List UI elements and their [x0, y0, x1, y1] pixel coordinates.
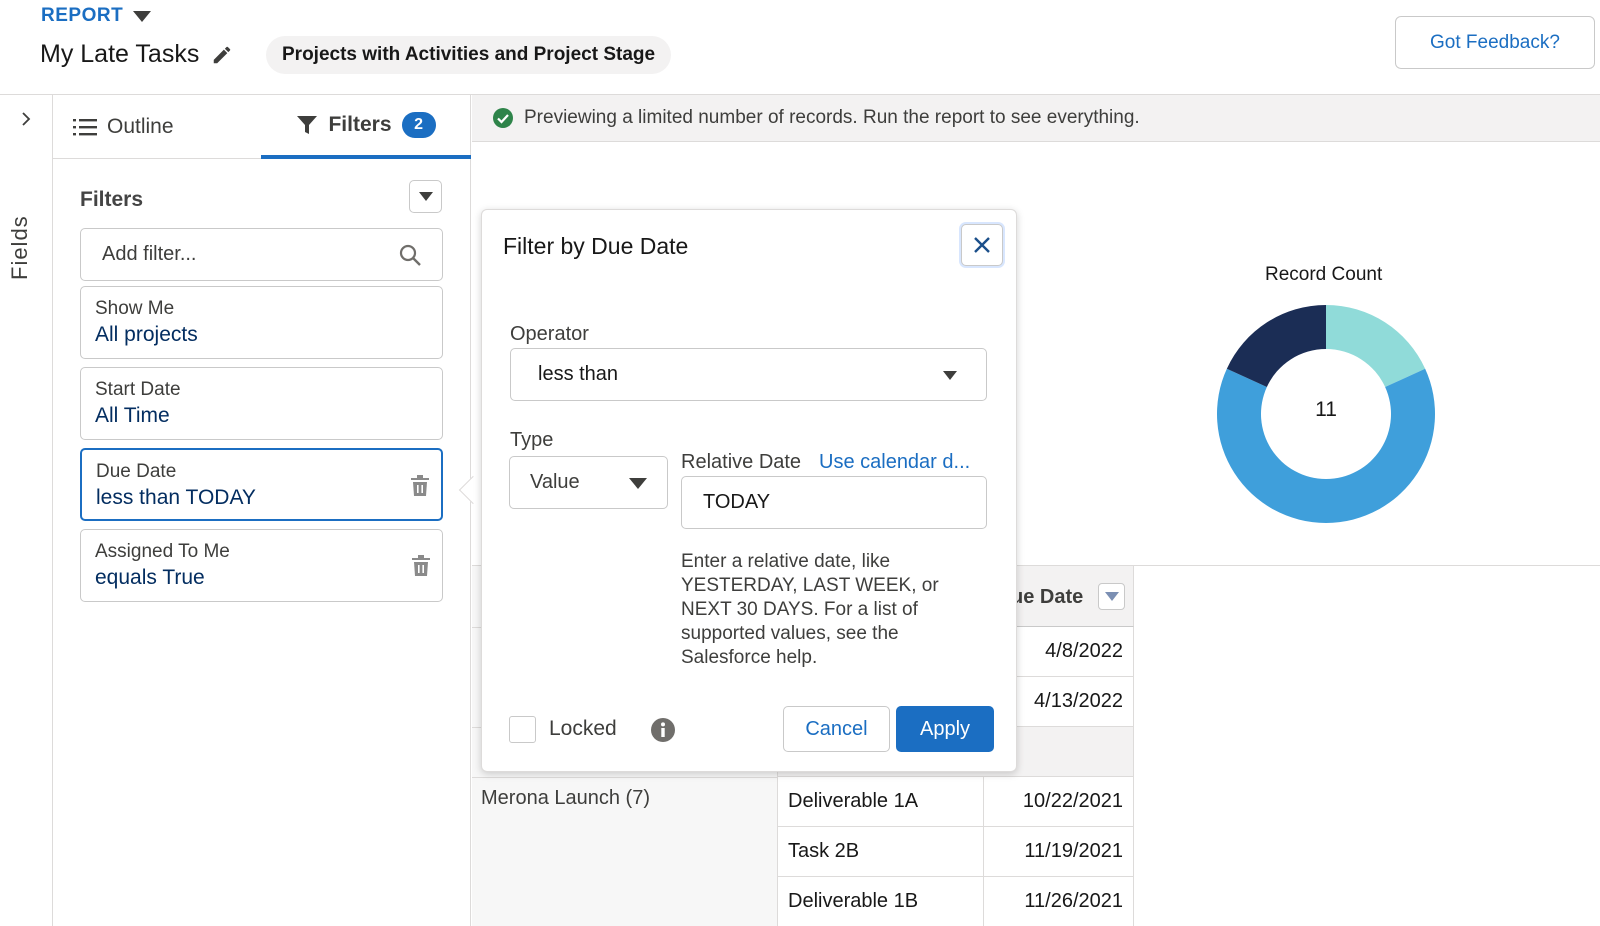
filter-card-value: All projects — [95, 323, 198, 346]
operator-value: less than — [538, 363, 619, 385]
tab-outline-label: Outline — [107, 115, 174, 138]
tab-filters-label: Filters — [328, 113, 392, 136]
filter-card-assigned-to-me[interactable]: Assigned To Me equals True — [80, 529, 443, 602]
filter-card-start-date[interactable]: Start Date All Time — [80, 367, 443, 440]
filter-icon — [297, 116, 318, 134]
check-circle-icon — [493, 108, 513, 128]
trash-icon[interactable] — [411, 555, 431, 577]
due-date-header: ue Date — [1011, 586, 1084, 608]
donut-slice-1[interactable] — [1217, 368, 1435, 523]
report-title-text: My Late Tasks — [40, 40, 200, 68]
table-cell-name: Task 2B — [778, 827, 984, 877]
filter-card-value: less than TODAY — [96, 486, 256, 509]
filter-card-due-date[interactable]: Due Date less than TODAY — [80, 448, 443, 521]
preview-banner: Previewing a limited number of records. … — [472, 95, 1600, 142]
locked-label: Locked — [549, 717, 617, 740]
fields-rail[interactable]: Fields — [0, 95, 53, 926]
apply-button[interactable]: Apply — [896, 706, 994, 752]
filter-card-label: Due Date — [96, 461, 177, 482]
trash-icon[interactable] — [410, 475, 430, 497]
close-icon — [974, 237, 990, 253]
report-type-pill: Projects with Activities and Project Sta… — [266, 36, 672, 74]
donut-slice-0[interactable] — [1326, 305, 1426, 387]
cancel-button[interactable]: Cancel — [783, 706, 890, 752]
filter-card-label: Start Date — [95, 379, 181, 400]
chevron-down-icon — [629, 478, 647, 489]
table-cell-name: Deliverable 1A — [778, 777, 984, 827]
chart-title: Record Count — [1265, 264, 1383, 285]
calendar-link[interactable]: Use calendar d... — [819, 451, 970, 474]
filter-card-value: equals True — [95, 566, 205, 589]
filter-popover: Filter by Due Date Operator less than Ty… — [481, 209, 1017, 772]
chevron-down-icon — [133, 10, 152, 22]
relative-date-label: Relative Date — [681, 451, 802, 473]
table-cell-date: 11/19/2021 — [984, 827, 1134, 877]
filters-heading: Filters — [80, 188, 144, 211]
popover-title: Filter by Due Date — [503, 233, 689, 259]
report-builder: REPORT My Late Tasks Projects with Activ… — [0, 0, 1600, 926]
close-button[interactable] — [961, 224, 1003, 266]
type-label: Type — [510, 429, 554, 451]
chevron-down-icon — [418, 192, 433, 201]
operator-select[interactable]: less than — [510, 348, 987, 401]
locked-checkbox[interactable] — [509, 716, 536, 743]
type-value: Value — [530, 471, 580, 493]
filter-card-value: All Time — [95, 404, 170, 427]
feedback-button[interactable]: Got Feedback? — [1395, 16, 1595, 69]
filter-card-show-me[interactable]: Show Me All projects — [80, 286, 443, 359]
filter-count-badge: 2 — [401, 112, 436, 138]
filters-menu-button[interactable] — [409, 180, 442, 213]
donut-center-value: 11 — [1315, 398, 1337, 421]
preview-message: Previewing a limited number of records. … — [524, 107, 1140, 128]
chevron-right-icon[interactable] — [19, 112, 33, 126]
fields-rail-label: Fields — [7, 215, 32, 280]
donut-slice-2[interactable] — [1226, 305, 1326, 387]
table-cell-date: 10/22/2021 — [984, 777, 1134, 827]
info-icon[interactable] — [650, 717, 676, 743]
table-cell-name: Deliverable 1B — [778, 877, 984, 926]
relative-date-input[interactable] — [681, 476, 987, 529]
group-label: Merona Launch (7) — [481, 787, 650, 809]
row-divider — [472, 777, 778, 778]
panel-tabs: Outline Filters 2 — [53, 95, 471, 159]
add-filter-input[interactable] — [80, 228, 443, 281]
report-label: REPORT — [41, 5, 124, 26]
filters-panel: Outline Filters 2 Filters Show Me All pr… — [53, 95, 471, 926]
list-icon — [73, 119, 97, 136]
search-icon — [399, 244, 421, 266]
chevron-down-icon — [1104, 592, 1119, 601]
tab-outline[interactable]: Outline — [73, 95, 174, 159]
type-select[interactable]: Value — [509, 456, 668, 509]
table-cell-date: 11/26/2021 — [984, 877, 1134, 926]
report-menu[interactable]: REPORT — [41, 5, 152, 27]
tab-filters[interactable]: Filters 2 — [261, 95, 471, 159]
report-header: REPORT My Late Tasks Projects with Activ… — [0, 0, 1600, 95]
page-title: My Late Tasks — [40, 40, 233, 69]
column-menu-button[interactable] — [1098, 583, 1125, 610]
filter-card-label: Assigned To Me — [95, 541, 230, 562]
chevron-down-icon — [943, 371, 957, 380]
pencil-icon[interactable] — [211, 44, 233, 66]
help-text: Enter a relative date, like YESTERDAY, L… — [681, 551, 939, 668]
filter-card-label: Show Me — [95, 298, 175, 319]
operator-label: Operator — [510, 323, 589, 345]
